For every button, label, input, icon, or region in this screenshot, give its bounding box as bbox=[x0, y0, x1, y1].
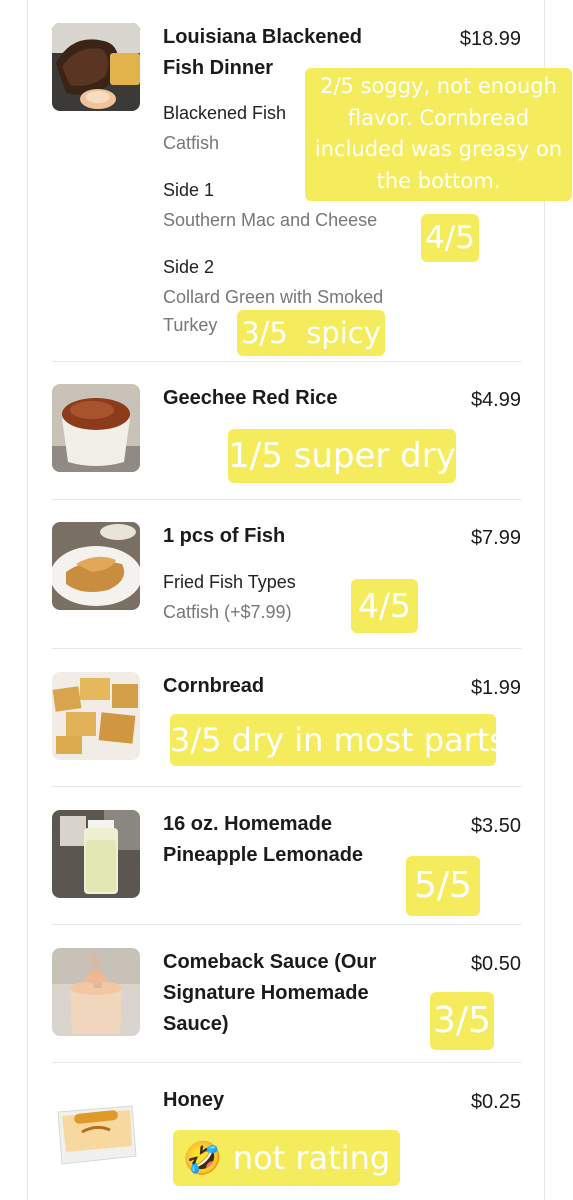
rating-note: 3/5 spicy bbox=[237, 310, 385, 356]
lemonade-photo[interactable] bbox=[52, 810, 140, 898]
rating-note: 5/5 bbox=[406, 856, 480, 916]
rolling-laughing-icon: 🤣 bbox=[182, 1139, 223, 1177]
item-divider bbox=[52, 786, 522, 787]
modifier-title: Blackened Fish bbox=[163, 103, 287, 123]
modifier-title: Side 1 bbox=[163, 180, 215, 200]
rating-note: 2/5 soggy, not enough flavor. Cornbread … bbox=[305, 68, 572, 201]
red-rice-photo[interactable] bbox=[52, 384, 140, 472]
modifier-title: Fried Fish Types bbox=[163, 572, 296, 592]
item-price: $0.50 bbox=[470, 953, 521, 975]
rating-note-line: the bottom. bbox=[376, 168, 501, 193]
item-name-line: Louisiana Blackened bbox=[163, 26, 362, 48]
item-price: $3.50 bbox=[470, 815, 521, 837]
modifier-title: Side 2 bbox=[163, 257, 215, 277]
item-name[interactable]: Geechee Red Rice bbox=[163, 383, 338, 414]
fish-dinner-photo[interactable] bbox=[52, 23, 140, 111]
item-name[interactable]: Honey bbox=[163, 1085, 224, 1116]
item-divider bbox=[52, 648, 522, 649]
rating-note: 1/5 super dry bbox=[228, 429, 456, 483]
rating-note-line: 2/5 soggy, not enough bbox=[320, 74, 557, 98]
item-divider bbox=[52, 1062, 522, 1063]
item-price: $18.99 bbox=[459, 28, 521, 50]
item-price: $4.99 bbox=[470, 389, 521, 411]
modifier-value: Catfish bbox=[163, 133, 220, 153]
panel-left-border bbox=[27, 0, 28, 1200]
item-name-line: Signature Homemade bbox=[163, 982, 369, 1004]
item-name[interactable]: 16 oz. Homemade Pineapple Lemonade bbox=[163, 809, 363, 871]
item-price: $1.99 bbox=[470, 677, 521, 699]
fried-fish-photo[interactable] bbox=[52, 522, 140, 610]
item-name[interactable]: 1 pcs of Fish bbox=[163, 521, 285, 552]
rating-note: 🤣 not rating bbox=[173, 1130, 400, 1186]
rating-note-line: included was greasy on bbox=[314, 137, 563, 161]
rating-note: 3/5 bbox=[430, 992, 494, 1050]
rating-note-text: not rating bbox=[232, 1139, 391, 1177]
honey-packet-photo[interactable] bbox=[52, 1098, 140, 1186]
comeback-sauce-photo[interactable] bbox=[52, 948, 140, 1036]
modifier-value-line: Collard Green with Smoked bbox=[163, 287, 384, 307]
rating-note: 4/5 bbox=[351, 579, 418, 633]
rating-note: 4/5 bbox=[421, 214, 479, 262]
rating-note: 3/5 dry in most parts bbox=[170, 714, 506, 766]
item-price: $0.25 bbox=[470, 1091, 521, 1113]
item-name[interactable]: Cornbread bbox=[163, 671, 264, 702]
item-price: $7.99 bbox=[470, 527, 521, 549]
modifier-value: Southern Mac and Cheese bbox=[163, 210, 378, 230]
item-name-line: Comeback Sauce (Our bbox=[163, 951, 377, 973]
item-divider bbox=[52, 499, 522, 500]
item-name[interactable]: Comeback Sauce (Our Signature Homemade S… bbox=[163, 947, 376, 1040]
item-divider bbox=[52, 361, 522, 362]
cornbread-photo[interactable] bbox=[52, 672, 140, 760]
modifier-value: Catfish (+$7.99) bbox=[163, 602, 292, 622]
rating-note-line: flavor. Cornbread bbox=[347, 105, 530, 130]
item-name-line: 16 oz. Homemade bbox=[163, 813, 332, 835]
item-name-line: Pineapple Lemonade bbox=[163, 844, 364, 866]
item-name-line: Sauce) bbox=[163, 1013, 229, 1035]
item-divider bbox=[52, 924, 522, 925]
